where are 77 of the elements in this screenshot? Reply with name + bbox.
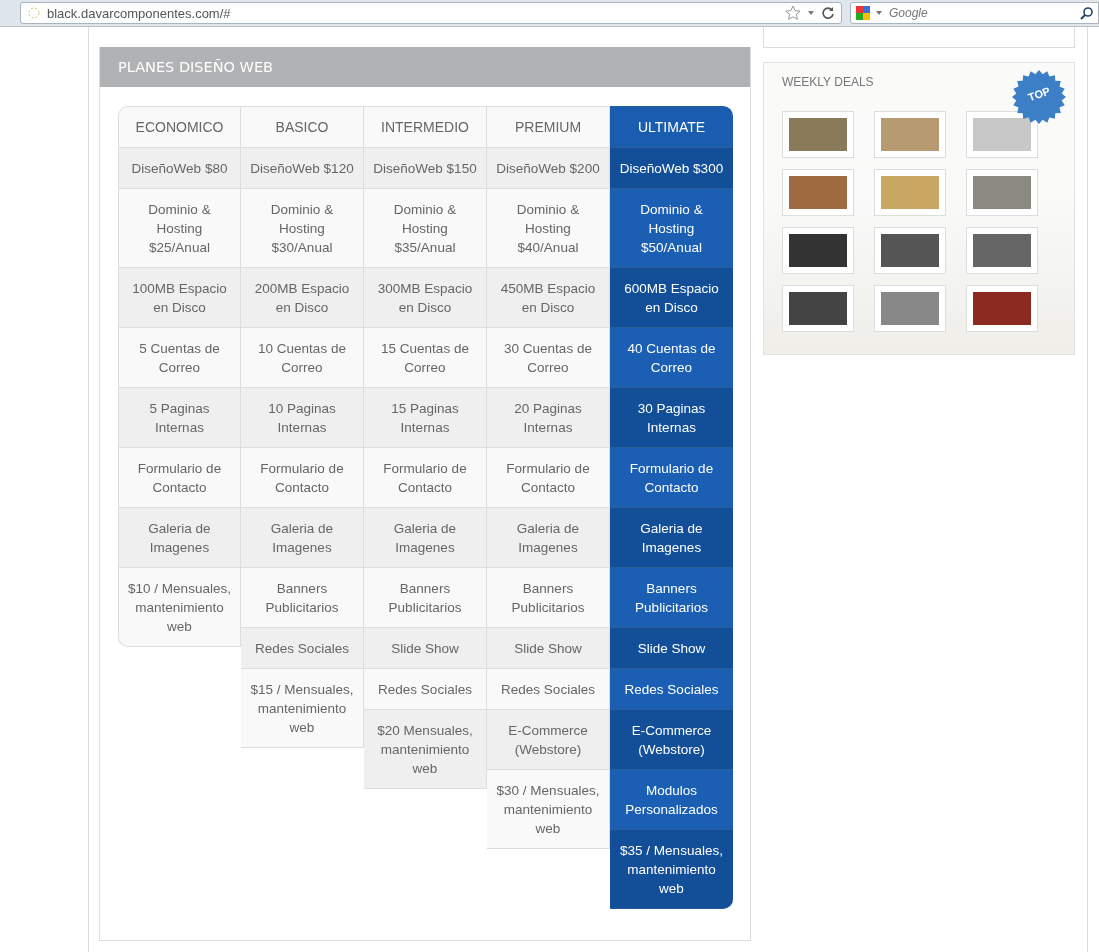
table-cell: $10 / Mensuales, mantenimiento web [118, 568, 241, 647]
table-cell: Banners Publicitarios [364, 568, 487, 628]
plan-header: ULTIMATE [610, 106, 733, 148]
table-cell: 40 Cuentas de Correo [610, 328, 733, 388]
dropdown-icon[interactable] [875, 9, 883, 17]
table-cell: Modulos Personalizados [610, 770, 733, 830]
table-cell: $30 / Mensuales, mantenimiento web [487, 770, 610, 849]
url-text: black.davarcomponentes.com/# [47, 5, 231, 21]
search-icon[interactable] [1080, 6, 1094, 20]
table-cell: 5 Cuentas de Correo [118, 328, 241, 388]
table-cell: 15 Cuentas de Correo [364, 328, 487, 388]
table-cell: Galeria de Imagenes [364, 508, 487, 568]
search-engine-icon[interactable] [855, 5, 871, 21]
table-cell: 10 Cuentas de Correo [241, 328, 364, 388]
plan-header: BASICO [241, 106, 364, 148]
table-cell: Galeria de Imagenes [610, 508, 733, 568]
photo-placeholder[interactable] [966, 285, 1038, 332]
table-cell: 100MB Espacio en Disco [118, 268, 241, 328]
section-title: WEEKLY DEALS [782, 75, 875, 89]
photo-placeholder[interactable] [966, 227, 1038, 274]
table-cell: DiseñoWeb $80 [118, 148, 241, 189]
table-cell: Formulario de Contacto [487, 448, 610, 508]
table-cell: Banners Publicitarios [487, 568, 610, 628]
table-cell: 20 Paginas Internas [487, 388, 610, 448]
search-bar[interactable]: Google [850, 2, 1099, 24]
table-cell: E-Commerce (Webstore) [610, 710, 733, 770]
plan-header: INTERMEDIO [364, 106, 487, 148]
plan-header: ECONOMICO [118, 106, 241, 148]
table-cell: 200MB Espacio en Disco [241, 268, 364, 328]
photo-placeholder[interactable] [874, 227, 946, 274]
table-cell: 5 Paginas Internas [118, 388, 241, 448]
table-cell: Redes Sociales [241, 628, 364, 669]
table-cell: DiseñoWeb $150 [364, 148, 487, 189]
table-cell: Dominio & Hosting $40/Anual [487, 189, 610, 268]
table-cell: 30 Paginas Internas [610, 388, 733, 448]
table-cell: Slide Show [487, 628, 610, 669]
table-cell: Dominio & Hosting $35/Anual [364, 189, 487, 268]
table-cell: 15 Paginas Internas [364, 388, 487, 448]
table-cell: Galeria de Imagenes [118, 508, 241, 568]
table-cell: E-Commerce (Webstore) [487, 710, 610, 770]
table-cell: Slide Show [364, 628, 487, 669]
table-cell: Redes Sociales [364, 669, 487, 710]
table-cell: Banners Publicitarios [610, 568, 733, 628]
table-cell: Slide Show [610, 628, 733, 669]
table-cell: 450MB Espacio en Disco [487, 268, 610, 328]
table-cell: Banners Publicitarios [241, 568, 364, 628]
top-badge: TOP [1012, 70, 1066, 124]
dropdown-icon[interactable] [807, 9, 815, 17]
star-icon[interactable] [785, 5, 801, 21]
table-cell: DiseñoWeb $300 [610, 148, 733, 189]
table-cell: Formulario de Contacto [241, 448, 364, 508]
table-cell: 600MB Espacio en Disco [610, 268, 733, 328]
table-cell: Dominio & Hosting $30/Anual [241, 189, 364, 268]
table-cell: Formulario de Contacto [610, 448, 733, 508]
address-bar[interactable]: black.davarcomponentes.com/# [20, 2, 842, 24]
table-cell: DiseñoWeb $200 [487, 148, 610, 189]
photo-placeholder[interactable] [782, 285, 854, 332]
plan-header: PREMIUM [487, 106, 610, 148]
table-cell: $15 / Mensuales, mantenimiento web [241, 669, 364, 748]
table-cell: 10 Paginas Internas [241, 388, 364, 448]
table-cell: 300MB Espacio en Disco [364, 268, 487, 328]
table-cell: $20 Mensuales, mantenimiento web [364, 710, 487, 789]
reload-icon[interactable] [821, 6, 835, 20]
table-cell: Dominio & Hosting $25/Anual [118, 189, 241, 268]
table-cell: Redes Sociales [487, 669, 610, 710]
table-cell: Redes Sociales [610, 669, 733, 710]
table-cell: Galeria de Imagenes [487, 508, 610, 568]
table-cell: $35 / Mensuales, mantenimiento web [610, 830, 733, 909]
photo-placeholder[interactable] [782, 227, 854, 274]
panel-title: PLANES DISEÑO WEB [100, 47, 750, 87]
table-cell: Galeria de Imagenes [241, 508, 364, 568]
table-cell: Dominio & Hosting $50/Anual [610, 189, 733, 268]
table-cell: 30 Cuentas de Correo [487, 328, 610, 388]
table-cell: DiseñoWeb $120 [241, 148, 364, 189]
table-cell: Formulario de Contacto [364, 448, 487, 508]
site-icon [27, 6, 41, 20]
table-cell: Formulario de Contacto [118, 448, 241, 508]
